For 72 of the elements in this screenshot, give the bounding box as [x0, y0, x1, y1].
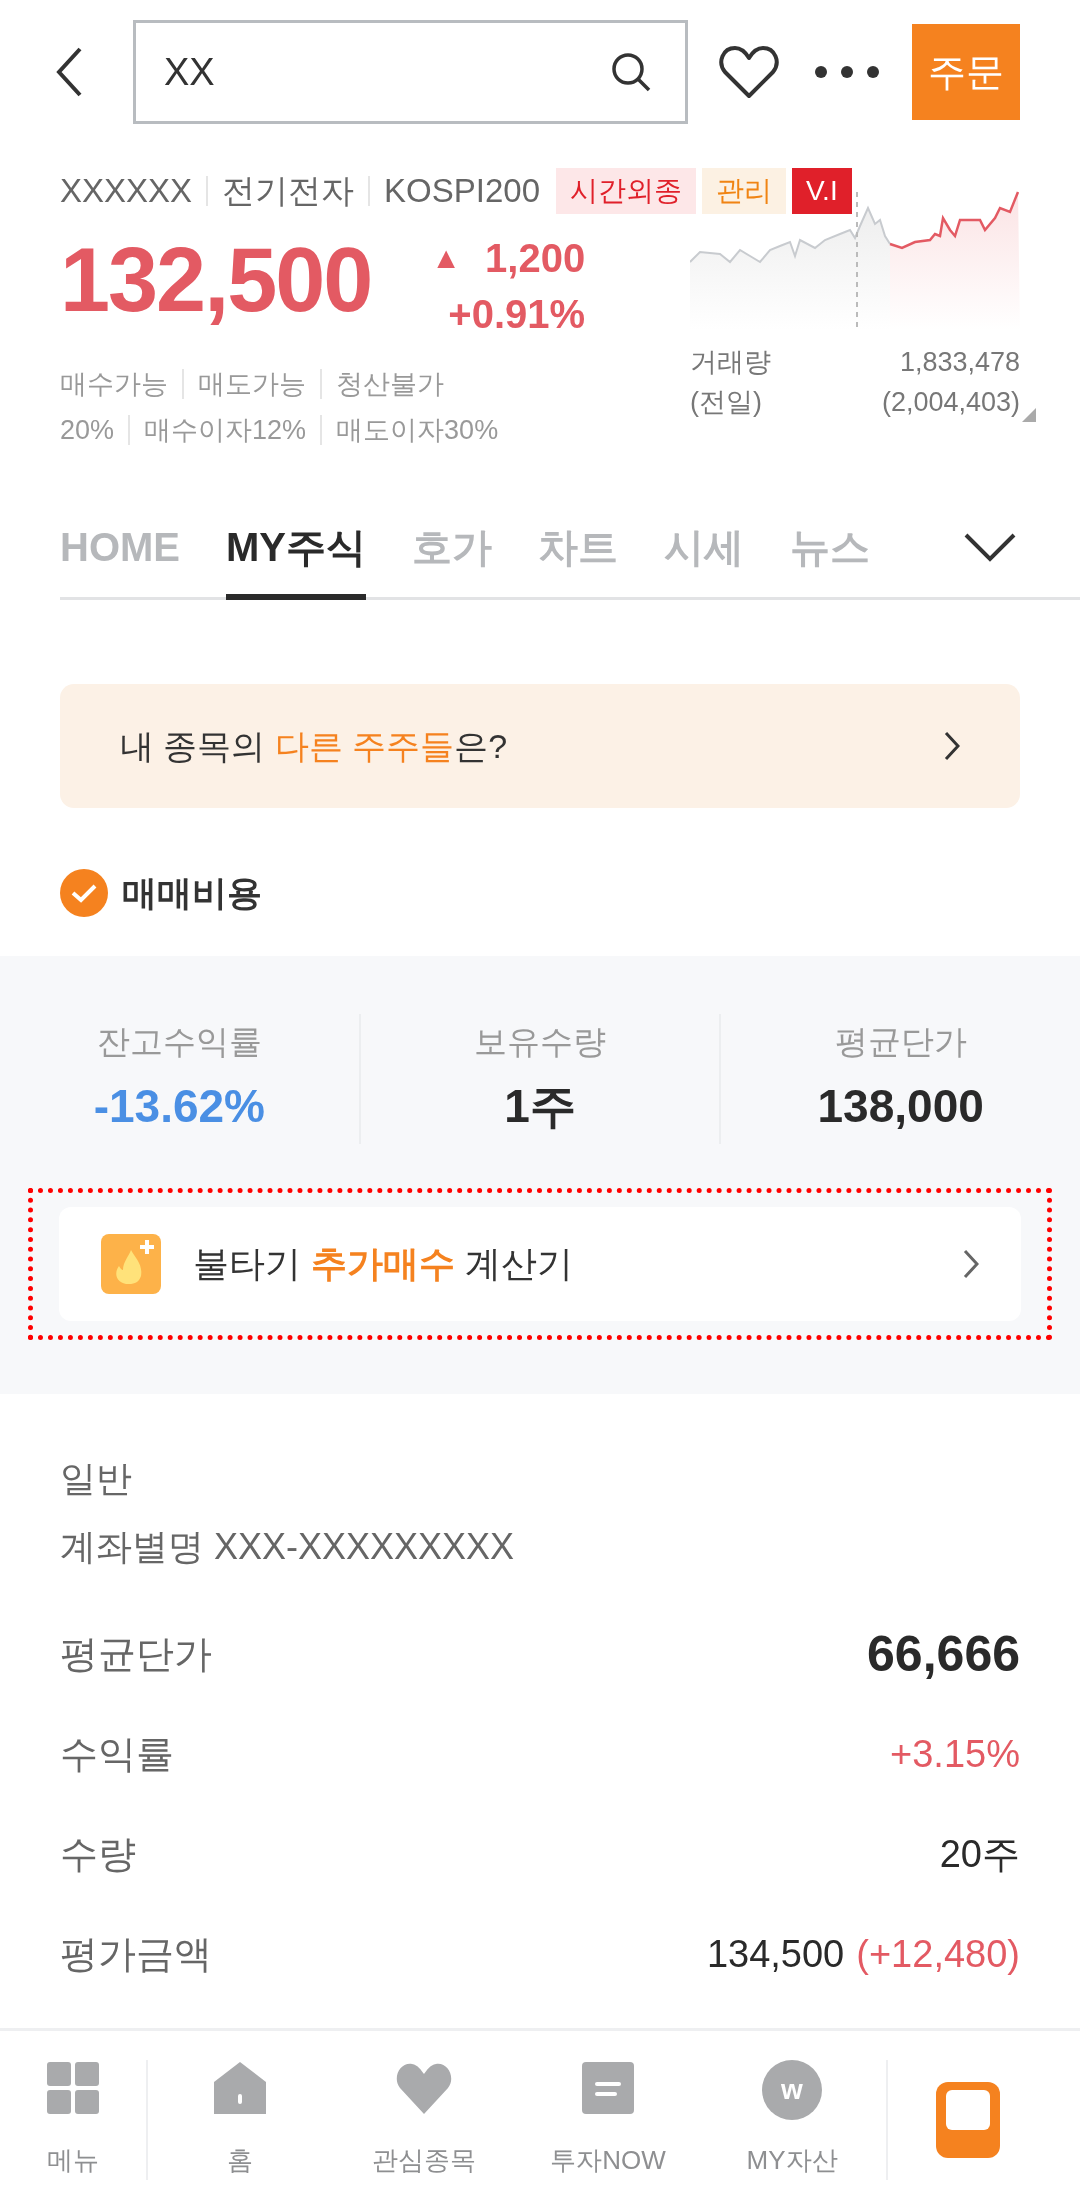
stat-label: 평균단가 [834, 1021, 967, 1062]
stat-label: 보유수량 [474, 1021, 606, 1062]
chevron-right-icon [963, 1249, 979, 1279]
shareholders-banner[interactable]: 내 종목의 다른 주주들은? [60, 684, 1020, 808]
change-rate: +0.91% [448, 291, 586, 338]
phone-icon [946, 2089, 990, 2130]
nav-item[interactable]: 투자NOW [516, 2059, 700, 2180]
tab[interactable]: 차트 [538, 500, 618, 600]
nav-item[interactable]: 관심종목 [332, 2059, 516, 2180]
detail-value: +3.15% [890, 1731, 1020, 1777]
nav-item[interactable]: w MY자산 [700, 2059, 884, 2180]
trading-condition: 청산불가 [336, 367, 444, 401]
chevron-right-icon [944, 731, 960, 761]
trading-condition: 매수이자12% [144, 413, 307, 447]
account-type: 일반 [60, 1457, 133, 1501]
tab[interactable]: MY주식 [226, 500, 366, 600]
more-icon [814, 65, 880, 79]
trading-condition: 20% [60, 413, 115, 447]
phone-button[interactable] [936, 2081, 1000, 2158]
order-button[interactable]: 주문 [912, 24, 1020, 120]
search-field[interactable]: XX [133, 20, 688, 124]
corner-triangle-icon [1022, 408, 1036, 422]
tab[interactable]: 뉴스 [790, 500, 870, 600]
stat-value: -13.62% [93, 1079, 265, 1135]
detail-value: 20주 [939, 1831, 1020, 1877]
detail-label: 수익률 [60, 1731, 174, 1777]
price-change: 1,200 [485, 235, 586, 282]
coin-icon: w [762, 2059, 822, 2120]
up-arrow-icon: ▲ [431, 230, 462, 286]
calculator-card[interactable]: 불타기 추가매수 계산기 [59, 1207, 1021, 1321]
trading-condition: 매도이자30% [336, 413, 499, 447]
status-tag: 시간외종 [556, 168, 696, 214]
current-price: 132,500 [60, 230, 372, 330]
detail-value: 66,666 [867, 1624, 1020, 1684]
tab[interactable]: HOME [60, 500, 180, 600]
status-tag: 관리 [702, 168, 786, 214]
volume-value: 1,833,478 [899, 346, 1020, 379]
calculator-text: 불타기 추가매수 계산기 [193, 1242, 574, 1286]
stock-sector: 전기전자 [222, 171, 355, 212]
checkbox[interactable] [60, 869, 108, 917]
detail-value: 134,500 [706, 1931, 845, 1977]
flame-icon [101, 1234, 161, 1294]
trading-condition: 매수가능 [60, 367, 168, 401]
heart-icon [717, 44, 781, 100]
previous-day-label: (전일) [690, 386, 763, 419]
stock-code: XXXXXX [60, 171, 193, 212]
stat-value: 1주 [504, 1079, 576, 1135]
stat-label: 잔고수익률 [96, 1021, 262, 1062]
detail-label: 평가금액 [60, 1931, 212, 1977]
home-icon [212, 2059, 268, 2116]
detail-label: 평균단가 [60, 1631, 212, 1677]
document-icon [581, 2059, 635, 2116]
chevron-down-icon [964, 533, 1016, 563]
status-tag: V.I [792, 168, 852, 214]
grid-icon [45, 2059, 101, 2116]
account-alias: 계좌별명 XXX-XXXXXXXXX [60, 1525, 516, 1569]
trading-condition: 매도가능 [198, 367, 306, 401]
back-icon [56, 47, 82, 97]
tab[interactable]: 시세 [664, 500, 744, 600]
nav-item[interactable]: 메뉴 [0, 2059, 146, 2180]
fee-option-label: 매매비용 [122, 871, 262, 914]
search-icon [610, 51, 652, 93]
banner-text: 내 종목의 다른 주주들은? [120, 725, 508, 767]
stock-index: KOSPI200 [384, 171, 540, 212]
tab[interactable]: 호가 [412, 500, 492, 600]
nav-item[interactable]: 홈 [148, 2059, 332, 2180]
previous-volume-value: (2,004,403) [881, 386, 1020, 419]
check-icon [71, 883, 97, 903]
detail-label: 수량 [60, 1831, 136, 1877]
stat-value: 138,000 [817, 1079, 984, 1135]
detail-change: (+12,480) [856, 1931, 1020, 1977]
volume-label: 거래량 [690, 346, 771, 379]
